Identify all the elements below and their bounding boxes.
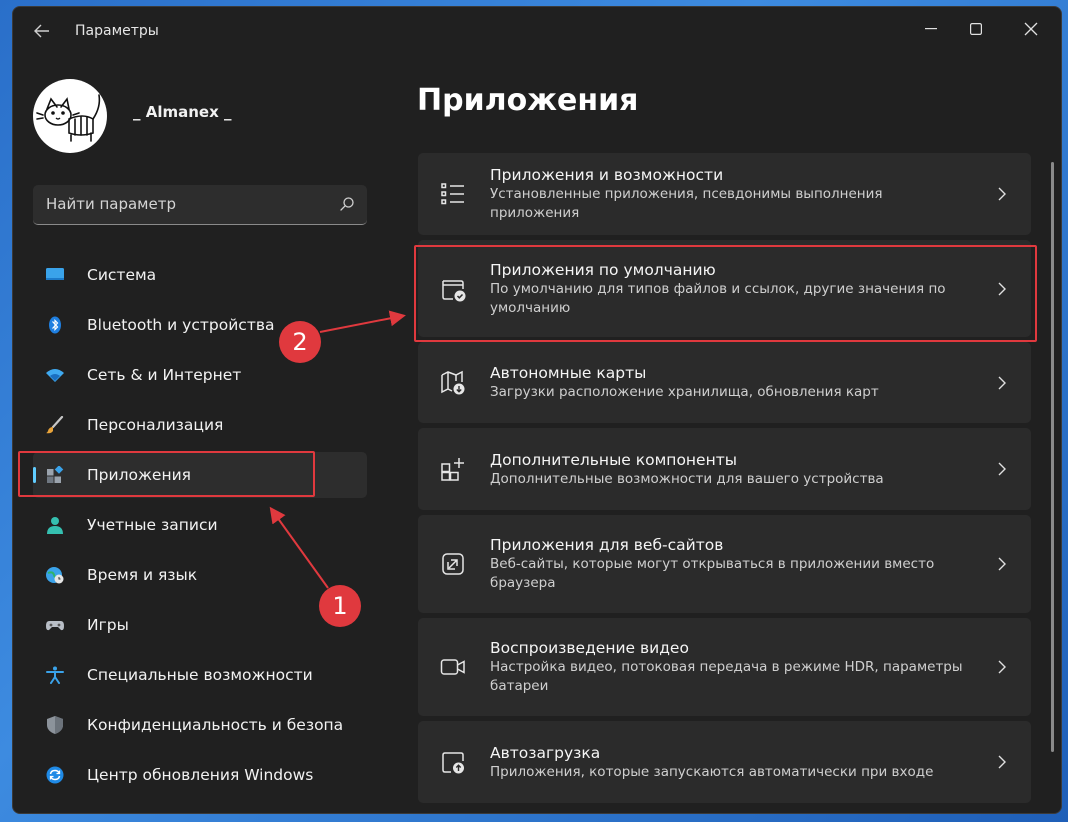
monitor-icon <box>46 268 64 280</box>
search-input[interactable] <box>33 185 323 223</box>
sidebar-item-label: Персонализация <box>87 416 224 434</box>
chevron-right-icon <box>998 557 1006 571</box>
sidebar-item-accounts[interactable]: Учетные записи <box>33 502 367 548</box>
window-title: Параметры <box>75 23 159 39</box>
optional-features-icon <box>441 458 464 481</box>
sidebar-item-system[interactable]: Система <box>33 252 367 298</box>
sidebar-item-gaming[interactable]: Игры <box>33 602 367 648</box>
card-title: Автозагрузка <box>490 743 601 762</box>
card-offline-maps[interactable]: Автономные карты Загрузки расположение х… <box>418 342 1031 423</box>
startup-icon <box>442 752 464 774</box>
sidebar-item-label: Приложения <box>87 466 191 484</box>
video-icon <box>440 659 465 675</box>
card-title: Автономные карты <box>490 364 647 382</box>
settings-window: Параметры _ Almanex _ Найти параметр Сис… <box>12 6 1062 814</box>
card-title: Воспроизведение видео <box>490 639 689 657</box>
close-button[interactable] <box>1009 11 1053 47</box>
sidebar-item-accessibility[interactable]: Специальные возможности <box>33 652 367 698</box>
card-video-playback[interactable]: Воспроизведение видео Настройка видео, п… <box>418 618 1031 716</box>
chevron-right-icon <box>998 660 1006 674</box>
card-description: По умолчанию для типов файлов и ссылок, … <box>490 280 946 316</box>
sidebar-item-label: Центр обновления Windows <box>87 766 314 784</box>
search-box <box>33 185 367 225</box>
card-description: Установленные приложения, псевдонимы вып… <box>490 186 883 221</box>
list-icon <box>441 183 464 205</box>
user-name: _ Almanex _ <box>133 103 232 121</box>
card-description: Приложения, которые запускаются автомати… <box>490 763 934 780</box>
sidebar-item-time-language[interactable]: Время и язык <box>33 552 367 598</box>
card-title: Приложения по умолчанию <box>490 260 716 279</box>
chevron-right-icon <box>998 755 1006 769</box>
card-description: Загрузки расположение хранилища, обновле… <box>490 384 879 400</box>
back-button[interactable] <box>27 19 59 41</box>
update-icon <box>46 766 64 784</box>
card-default-apps[interactable]: Приложения по умолчанию По умолчанию для… <box>418 240 1031 337</box>
card-startup[interactable]: Автозагрузка Приложения, которые запуска… <box>418 721 1031 803</box>
brush-icon <box>46 416 64 434</box>
card-title: Дополнительные компоненты <box>490 450 737 469</box>
sidebar-item-label: Игры <box>87 616 129 634</box>
minimize-icon <box>925 28 937 30</box>
card-apps-features[interactable]: Приложения и возможности Установленные п… <box>418 153 1031 235</box>
close-icon <box>1024 22 1038 36</box>
search-icon[interactable] <box>339 196 355 212</box>
settings-card-list: Приложения и возможности Установленные п… <box>418 153 1031 808</box>
annotation-badge-2: 2 <box>279 321 321 363</box>
minimize-button[interactable] <box>909 11 953 47</box>
chevron-right-icon <box>998 462 1006 476</box>
sidebar-item-label: Учетные записи <box>87 516 218 534</box>
sidebar-item-privacy[interactable]: Конфиденциальность и безопас <box>33 702 367 748</box>
back-arrow-icon <box>34 24 49 38</box>
chevron-right-icon <box>998 187 1006 201</box>
sidebar-item-label: Система <box>87 266 157 284</box>
shield-icon <box>47 716 63 734</box>
bluetooth-icon <box>49 316 61 334</box>
web-open-icon <box>442 553 464 575</box>
accessibility-icon <box>46 666 64 684</box>
globe-clock-icon <box>46 567 64 584</box>
cat-avatar-icon <box>36 94 101 142</box>
sidebar-item-personalization[interactable]: Персонализация <box>33 402 367 448</box>
card-description: Веб-сайты, которые могут открываться в п… <box>490 556 935 591</box>
default-apps-icon <box>442 279 466 301</box>
apps-icon <box>47 466 64 483</box>
sidebar-item-label: Специальные возможности <box>87 666 313 684</box>
sidebar-item-label: Время и язык <box>87 566 198 584</box>
sidebar-item-label: Сеть & и Интернет <box>87 366 242 384</box>
card-description: Дополнительные возможности для вашего ус… <box>490 470 884 487</box>
annotation-badge-1: 1 <box>319 585 361 627</box>
sidebar-item-apps[interactable]: Приложения <box>33 452 367 498</box>
chevron-right-icon <box>998 376 1006 389</box>
card-description: Настройка видео, потоковая передача в ре… <box>490 659 963 694</box>
scrollbar[interactable] <box>1051 162 1054 752</box>
person-icon <box>47 517 63 534</box>
title-bar: Параметры <box>13 7 1061 51</box>
sidebar-item-label: Конфиденциальность и безопас <box>87 716 343 734</box>
card-title: Приложения для веб-сайтов <box>490 536 724 554</box>
wifi-icon <box>46 369 64 382</box>
sidebar-item-network[interactable]: Сеть & и Интернет <box>33 352 367 398</box>
map-download-icon <box>441 370 465 394</box>
page-title: Приложения <box>417 83 639 118</box>
card-optional-features[interactable]: Дополнительные компоненты Дополнительные… <box>418 428 1031 510</box>
maximize-button[interactable] <box>954 11 998 47</box>
card-apps-for-websites[interactable]: Приложения для веб-сайтов Веб-сайты, кот… <box>418 515 1031 613</box>
card-title: Приложения и возможности <box>490 166 724 184</box>
sidebar-item-windows-update[interactable]: Центр обновления Windows <box>33 752 367 798</box>
chevron-right-icon <box>998 282 1006 295</box>
maximize-icon <box>970 23 982 35</box>
gamepad-icon <box>46 621 64 631</box>
avatar <box>33 79 107 153</box>
